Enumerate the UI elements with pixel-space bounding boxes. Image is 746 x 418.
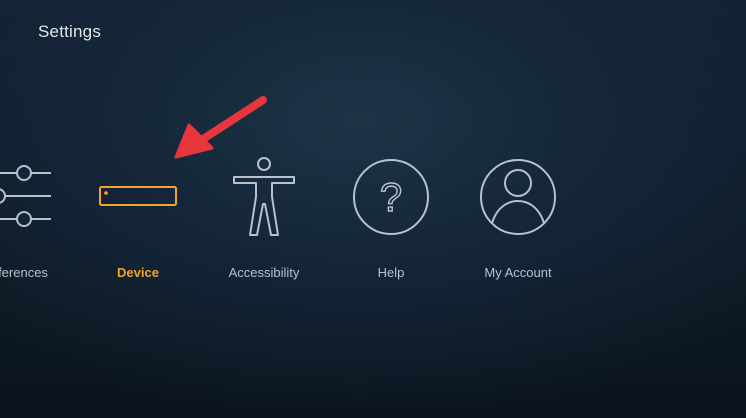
menu-item-label: Accessibility	[228, 265, 300, 280]
settings-screen: Settings ferences Device Accessibility ?…	[0, 0, 746, 418]
menu-item-label: Device	[117, 265, 159, 280]
page-title: Settings	[38, 22, 102, 41]
question-circle-icon: ?	[353, 159, 429, 235]
accessibility-icon	[233, 157, 295, 236]
menu-item-label: Help	[377, 265, 405, 280]
menu-item-label: My Account	[484, 265, 552, 280]
menu-item-accessibility[interactable]: Accessibility	[199, 150, 329, 290]
menu-item-help[interactable]: ? Help	[326, 150, 456, 290]
device-box-icon	[99, 186, 177, 206]
menu-item-my-account[interactable]: My Account	[453, 150, 583, 290]
menu-item-device[interactable]: Device	[73, 150, 203, 290]
account-icon	[480, 159, 556, 235]
svg-text:?: ?	[380, 176, 402, 220]
